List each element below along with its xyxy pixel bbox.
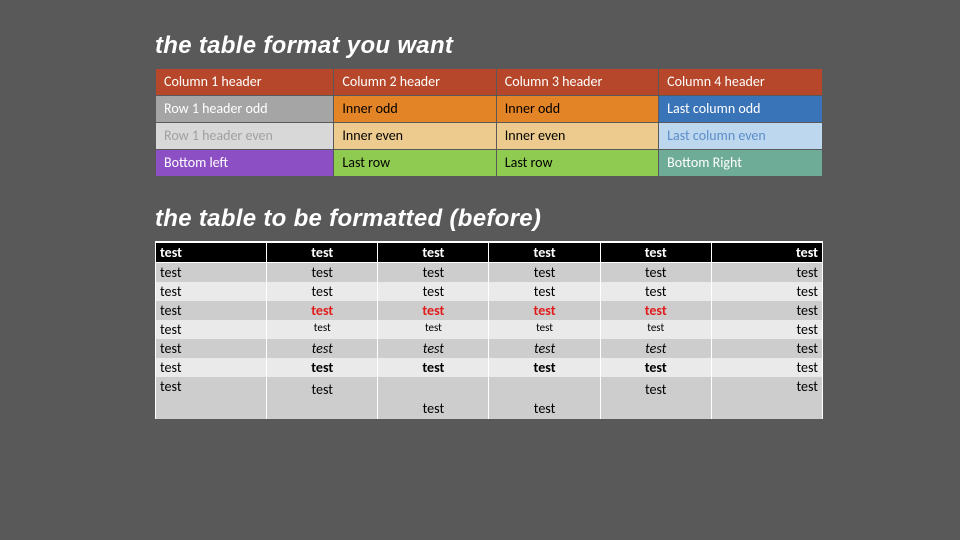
table-row: Row 1 header even Inner even Inner even … xyxy=(156,123,822,149)
cell: test xyxy=(600,339,711,358)
cell: Inner odd xyxy=(334,96,495,122)
cell: test xyxy=(267,301,378,320)
cell: test xyxy=(156,282,267,301)
cell: test xyxy=(378,339,489,358)
cell: Last row xyxy=(334,150,495,176)
cell: test xyxy=(600,301,711,320)
cell: Inner odd xyxy=(497,96,658,122)
cell: test xyxy=(489,263,600,283)
cell: Bottom left xyxy=(156,150,333,176)
cell: test xyxy=(378,263,489,283)
cell: test xyxy=(711,263,822,283)
cell: test xyxy=(489,320,600,339)
cell: test xyxy=(489,358,600,377)
cell: test xyxy=(489,377,600,419)
cell: test xyxy=(156,320,267,339)
cell: test xyxy=(378,301,489,320)
cell: test xyxy=(267,263,378,283)
cell: test xyxy=(267,358,378,377)
col-header: test xyxy=(711,242,822,263)
table-row: test test test test test test xyxy=(156,242,823,263)
cell: test xyxy=(378,320,489,339)
cell: test xyxy=(156,301,267,320)
table-row: Bottom left Last row Last row Bottom Rig… xyxy=(156,150,822,176)
target-table: Column 1 header Column 2 header Column 3… xyxy=(155,68,823,177)
col-header: test xyxy=(489,242,600,263)
cell: test xyxy=(156,263,267,283)
cell: test xyxy=(489,282,600,301)
col-header: Column 1 header xyxy=(156,69,333,95)
title-target: the table format you want xyxy=(155,32,900,60)
cell: test xyxy=(378,282,489,301)
cell: test xyxy=(711,301,822,320)
cell: test xyxy=(711,377,822,419)
before-table: test test test test test test test test … xyxy=(155,241,823,419)
table-row: test test test test test test xyxy=(156,263,823,283)
cell: Last column odd xyxy=(659,96,822,122)
col-header: Column 4 header xyxy=(659,69,822,95)
cell: Row 1 header odd xyxy=(156,96,333,122)
cell: test xyxy=(600,282,711,301)
cell: test xyxy=(711,358,822,377)
table-row: Row 1 header odd Inner odd Inner odd Las… xyxy=(156,96,822,122)
table-row: test test test test test test xyxy=(156,358,823,377)
table-row: test test test test test test xyxy=(156,320,823,339)
col-header: test xyxy=(378,242,489,263)
table-row: Column 1 header Column 2 header Column 3… xyxy=(156,69,822,95)
col-header: test xyxy=(600,242,711,263)
cell: Row 1 header even xyxy=(156,123,333,149)
cell: test xyxy=(600,377,711,419)
table-row: test test test test test test xyxy=(156,377,823,419)
cell: Bottom Right xyxy=(659,150,822,176)
cell: test xyxy=(267,377,378,419)
cell: test xyxy=(711,282,822,301)
col-header: test xyxy=(267,242,378,263)
cell: test xyxy=(156,358,267,377)
cell: Last column even xyxy=(659,123,822,149)
col-header: test xyxy=(156,242,267,263)
cell: Inner even xyxy=(334,123,495,149)
cell: Last row xyxy=(497,150,658,176)
cell: test xyxy=(489,339,600,358)
cell: test xyxy=(711,320,822,339)
col-header: Column 3 header xyxy=(497,69,658,95)
table-row: test test test test test test xyxy=(156,301,823,320)
title-before: the table to be formatted (before) xyxy=(155,205,900,233)
cell: test xyxy=(600,358,711,377)
cell: test xyxy=(489,301,600,320)
table-row: test test test test test test xyxy=(156,282,823,301)
cell: test xyxy=(378,358,489,377)
col-header: Column 2 header xyxy=(334,69,495,95)
cell: test xyxy=(600,263,711,283)
cell: test xyxy=(267,320,378,339)
table-row: test test test test test test xyxy=(156,339,823,358)
cell: test xyxy=(267,282,378,301)
cell: test xyxy=(600,320,711,339)
cell: test xyxy=(156,377,267,419)
cell: test xyxy=(156,339,267,358)
cell: test xyxy=(267,339,378,358)
cell: test xyxy=(378,377,489,419)
cell: test xyxy=(711,339,822,358)
cell: Inner even xyxy=(497,123,658,149)
